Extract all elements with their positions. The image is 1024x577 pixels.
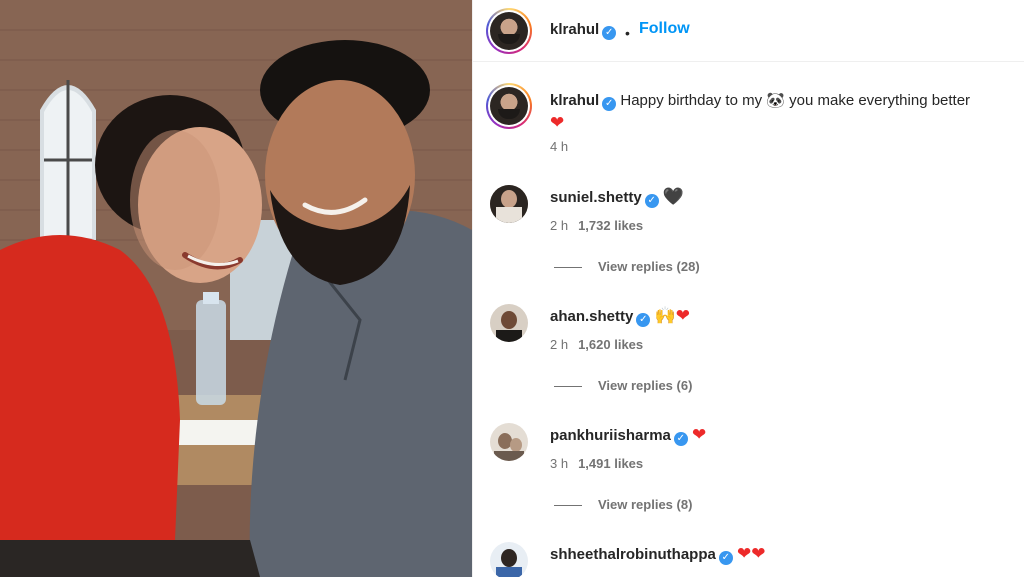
post-caption: klrahul ✓ Happy birthday to my 🐼 you make… xyxy=(550,89,1020,135)
comment-meta: 3 h 1,491 likes xyxy=(550,456,643,471)
comment-username-text[interactable]: suniel.shetty xyxy=(550,189,642,206)
view-replies-label[interactable]: View replies (6) xyxy=(598,378,692,393)
comment-time[interactable]: 3 h xyxy=(550,456,568,471)
comment-meta: 2 h 1,732 likes xyxy=(550,218,643,233)
comment-time[interactable]: 2 h xyxy=(550,337,568,352)
verified-icon: ✓ xyxy=(602,97,617,111)
caption-author-avatar[interactable] xyxy=(486,83,532,129)
comment-time[interactable]: 2 h xyxy=(550,218,568,233)
author-username[interactable]: klrahul ✓ xyxy=(550,21,617,40)
comment-meta: 2 h 1,620 likes xyxy=(550,337,643,352)
comment-avatar[interactable] xyxy=(490,423,528,461)
view-replies-button[interactable]: View replies (6) xyxy=(554,378,692,393)
comment-avatar[interactable] xyxy=(490,542,528,577)
heart-icon: ❤ xyxy=(550,113,565,132)
comment-username-text[interactable]: ahan.shetty xyxy=(550,308,633,325)
replies-divider xyxy=(554,267,582,269)
comment-username-text[interactable]: shheethalrobinuthappa xyxy=(550,546,716,563)
follow-button[interactable]: Follow xyxy=(639,20,690,38)
heart-icon: ❤ xyxy=(692,425,707,444)
comment-avatar[interactable] xyxy=(490,185,528,223)
post-header: klrahul ✓ • Follow xyxy=(473,0,1024,62)
comment-username[interactable]: pankhuriisharma ✓ ❤ xyxy=(550,425,706,446)
post-detail-panel: klrahul ✓ • Follow klrahul ✓ Happy birthda… xyxy=(472,0,1024,577)
caption-text-2: you make everything better xyxy=(789,92,971,109)
view-replies-button[interactable]: View replies (8) xyxy=(554,497,692,512)
black-heart-icon: 🖤 xyxy=(662,187,685,206)
separator-dot: • xyxy=(625,25,630,41)
comment-likes[interactable]: 1,732 likes xyxy=(578,218,643,233)
verified-icon: ✓ xyxy=(673,432,688,446)
view-replies-label[interactable]: View replies (8) xyxy=(598,497,692,512)
comment-likes[interactable]: 1,491 likes xyxy=(578,456,643,471)
verified-icon: ✓ xyxy=(602,26,617,40)
replies-divider xyxy=(554,386,582,388)
verified-icon: ✓ xyxy=(644,194,659,208)
replies-divider xyxy=(554,505,582,507)
caption-username[interactable]: klrahul xyxy=(550,92,599,109)
view-replies-button[interactable]: View replies (28) xyxy=(554,259,700,274)
post-photo[interactable] xyxy=(0,0,472,577)
author-avatar[interactable] xyxy=(486,8,532,54)
panda-emoji: 🐼 xyxy=(766,91,785,109)
avatar-image xyxy=(490,542,528,577)
verified-icon: ✓ xyxy=(636,313,651,327)
author-username-text[interactable]: klrahul xyxy=(550,21,599,38)
comment-avatar[interactable] xyxy=(490,304,528,342)
verified-icon: ✓ xyxy=(718,551,733,565)
avatar-image xyxy=(490,304,528,342)
double-heart-icon: ❤❤ xyxy=(737,544,766,563)
comment-username[interactable]: suniel.shetty ✓ 🖤 xyxy=(550,187,684,208)
comment-likes[interactable]: 1,620 likes xyxy=(578,337,643,352)
view-replies-label[interactable]: View replies (28) xyxy=(598,259,700,274)
photo-illustration xyxy=(0,0,472,577)
comment-username[interactable]: ahan.shetty ✓ 🙌❤ xyxy=(550,306,690,327)
avatar-image xyxy=(490,423,528,461)
caption-text: Happy birthday to my xyxy=(620,92,763,109)
avatar-image xyxy=(490,185,528,223)
caption-timestamp[interactable]: 4 h xyxy=(550,139,568,154)
hands-heart-icon: 🙌❤ xyxy=(654,306,690,326)
comment-username-text[interactable]: pankhuriisharma xyxy=(550,427,671,444)
comment-username[interactable]: shheethalrobinuthappa ✓ ❤❤ xyxy=(550,544,766,565)
